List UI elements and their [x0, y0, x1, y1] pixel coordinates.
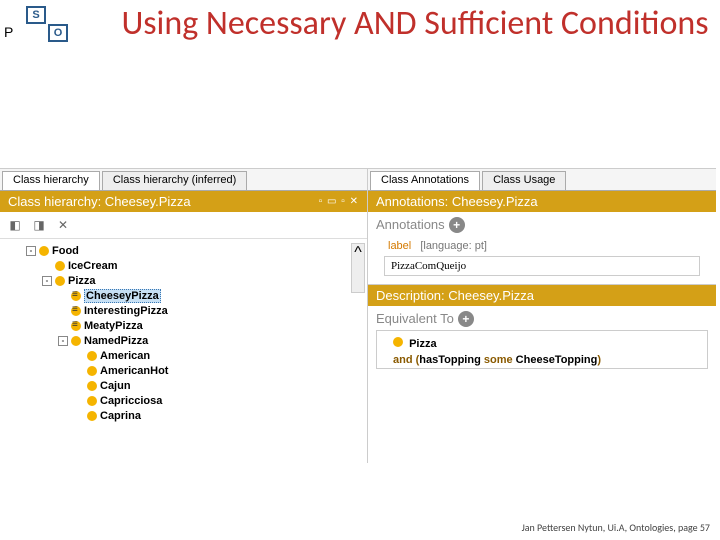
tree-scrollbar[interactable]: ^ [351, 243, 365, 293]
description-body: Equivalent To + Pizza and (hasTopping so… [368, 306, 716, 373]
class-icon [71, 336, 81, 346]
tab-class-hierarchy-inferred[interactable]: Class hierarchy (inferred) [102, 171, 247, 190]
tree-node[interactable]: Cajun [74, 378, 361, 393]
left-header-text: Class hierarchy: Cheesey.Pizza [8, 194, 191, 209]
annotations-section-label: Annotations + [376, 217, 465, 233]
tree-node[interactable]: CheeseyPizza [58, 288, 361, 303]
equiv-row-1: Pizza [383, 337, 701, 350]
tree-toggle[interactable]: - [42, 276, 52, 286]
tab-class-usage[interactable]: Class Usage [482, 171, 566, 190]
annotations-header: Annotations: Cheesey.Pizza [368, 191, 716, 212]
equivalent-to-label: Equivalent To + [376, 311, 474, 327]
tree-node-label: American [100, 350, 150, 362]
tree-node[interactable]: - NamedPizza [58, 333, 361, 348]
tree-node[interactable]: AmericanHot [74, 363, 361, 378]
left-header-bar: Class hierarchy: Cheesey.Pizza ▫ ▭ ▫ ✕ [0, 191, 367, 212]
add-child-button[interactable]: ◨ [30, 216, 48, 234]
tree-node-label: InterestingPizza [84, 305, 168, 317]
class-icon [87, 396, 97, 406]
class-icon [87, 351, 97, 361]
slide-title: Using Necessary AND Sufficient Condition… [120, 4, 710, 43]
class-icon [55, 261, 65, 271]
tree-node-label: CheeseyPizza [84, 289, 161, 303]
annotation-value[interactable]: PizzaComQueijo [384, 256, 700, 276]
tree-node[interactable]: Caprina [74, 408, 361, 423]
tab-class-hierarchy[interactable]: Class hierarchy [2, 171, 100, 190]
add-annotation-button[interactable]: + [449, 217, 465, 233]
icon-p: P [4, 24, 13, 40]
tree-node-label: Cajun [100, 380, 131, 392]
class-icon [87, 411, 97, 421]
tree-node-label: NamedPizza [84, 335, 148, 347]
right-tabs: Class Annotations Class Usage [368, 169, 716, 191]
tree-toggle[interactable]: - [26, 246, 36, 256]
tree-toolbar: ◧ ◨ ✕ [0, 212, 367, 239]
left-panel: Class hierarchy Class hierarchy (inferre… [0, 169, 368, 463]
defined-class-icon [71, 321, 81, 331]
protege-app: Class hierarchy Class hierarchy (inferre… [0, 168, 716, 463]
tree-node-label: Pizza [68, 275, 96, 287]
equiv-row-2: and (hasTopping some CheeseTopping) [383, 354, 701, 366]
class-icon [39, 246, 49, 256]
panel-window-controls[interactable]: ▫ ▭ ▫ ✕ [319, 196, 359, 207]
description-header-text: Description: Cheesey.Pizza [376, 288, 534, 303]
left-tabs: Class hierarchy Class hierarchy (inferre… [0, 169, 367, 191]
description-header: Description: Cheesey.Pizza [368, 285, 716, 306]
equivalent-expression[interactable]: Pizza and (hasTopping some CheeseTopping… [376, 330, 708, 369]
class-icon [87, 381, 97, 391]
tab-class-annotations[interactable]: Class Annotations [370, 171, 480, 190]
annotation-entry: label [language: pt] [376, 238, 708, 254]
tree-node[interactable]: InterestingPizza [58, 303, 361, 318]
class-dot-icon [393, 337, 403, 347]
class-icon [87, 366, 97, 376]
tree-node-label: IceCream [68, 260, 118, 272]
icon-s: S [26, 6, 46, 24]
right-panel: Class Annotations Class Usage Annotation… [368, 169, 716, 463]
tree-node[interactable]: - Pizza [42, 273, 361, 288]
tree-node-label: AmericanHot [100, 365, 168, 377]
delete-button[interactable]: ✕ [54, 216, 72, 234]
class-icon [55, 276, 65, 286]
tree-node[interactable]: - Food [26, 243, 361, 258]
tree-node-label: Caprina [100, 410, 141, 422]
defined-class-icon [71, 291, 81, 301]
tree-toggle[interactable]: - [58, 336, 68, 346]
annotation-property: label [388, 240, 411, 252]
tree-node-label: MeatyPizza [84, 320, 143, 332]
scroll-up-icon: ^ [354, 244, 362, 262]
tree-node-label: Capricciosa [100, 395, 162, 407]
add-sibling-button[interactable]: ◧ [6, 216, 24, 234]
tree-node[interactable]: IceCream [42, 258, 361, 273]
add-equivalent-button[interactable]: + [458, 311, 474, 327]
tree-node[interactable]: Capricciosa [74, 393, 361, 408]
annotations-body: Annotations + label [language: pt] Pizza… [368, 212, 716, 285]
tree-node[interactable]: MeatyPizza [58, 318, 361, 333]
icon-o: O [48, 24, 68, 42]
annotations-header-text: Annotations: Cheesey.Pizza [376, 194, 538, 209]
slide-footer: Jan Pettersen Nytun, Ui.A, Ontologies, p… [522, 521, 710, 534]
defined-class-icon [71, 306, 81, 316]
class-tree[interactable]: ^ - Food IceCream - Pizza CheeseyPizza Interes… [0, 239, 367, 463]
tree-node[interactable]: American [74, 348, 361, 363]
annotation-language: [language: pt] [420, 240, 487, 252]
tree-node-label: Food [52, 245, 79, 257]
